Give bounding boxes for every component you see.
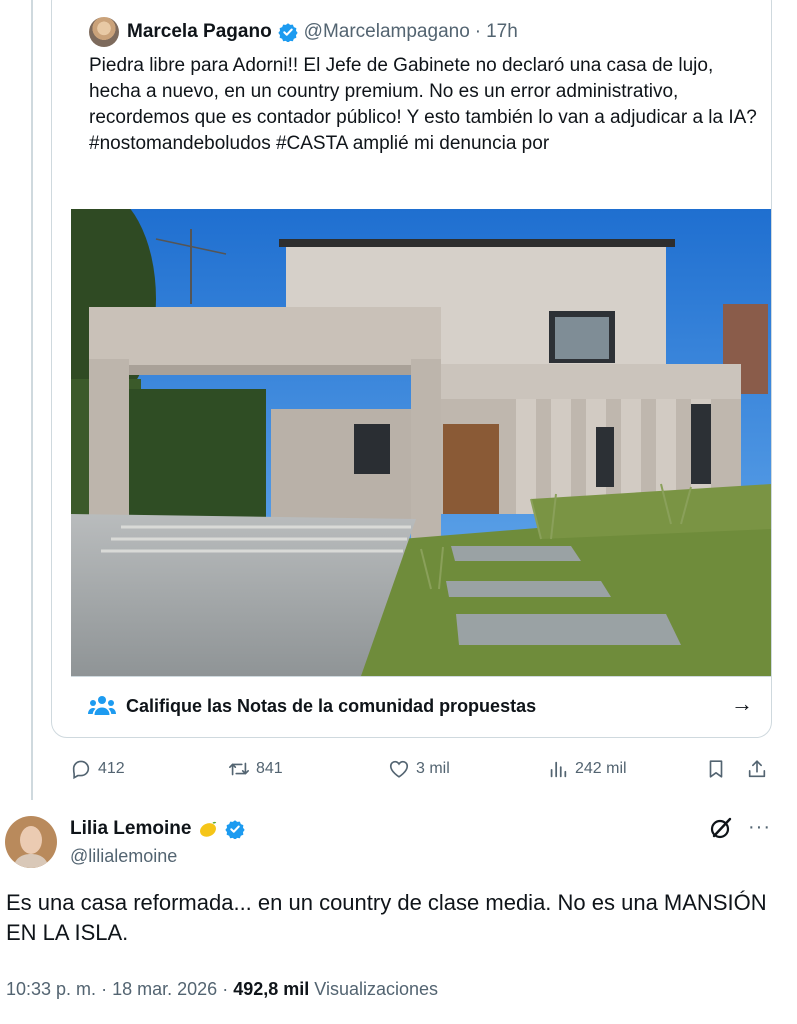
post-meta: 10:33 p. m. · 18 mar. 2026 · 492,8 mil V…: [6, 979, 438, 1000]
views-label: Visualizaciones: [314, 979, 439, 999]
arrow-right-icon: →: [731, 691, 753, 716]
views-total: 492,8 mil: [233, 979, 310, 999]
author-name-row[interactable]: Lilia Lemoine: [70, 818, 251, 840]
house-photo[interactable]: [71, 209, 771, 676]
quoted-author-avatar[interactable]: [89, 17, 119, 47]
post-text: Es una casa reformada... en un country d…: [6, 890, 767, 945]
community-notes-bar[interactable]: Califique las Notas de la comunidad prop…: [71, 676, 771, 737]
community-notes-label: Califique las Notas de la comunidad prop…: [126, 696, 537, 716]
bookmark-button[interactable]: [705, 758, 733, 780]
meta-separator: ·: [222, 979, 229, 999]
views-icon: [550, 761, 567, 778]
author-name[interactable]: Lilia Lemoine: [70, 818, 191, 840]
avatar-portrait: [9, 818, 53, 868]
reply-icon: [72, 760, 90, 780]
grok-icon[interactable]: [708, 815, 734, 841]
reply-button[interactable]: 412: [70, 758, 125, 780]
quoted-author-name[interactable]: Marcela Pagano: [127, 21, 272, 43]
post-time[interactable]: 10:33 p. m.: [6, 979, 96, 999]
reply-count: 412: [98, 760, 125, 777]
verified-badge-icon: [278, 23, 298, 42]
bookmark-icon: [709, 760, 723, 778]
meta-separator: ·: [101, 979, 108, 999]
lemon-emoji-icon: [200, 821, 217, 837]
repost-icon: [229, 762, 249, 776]
like-button[interactable]: 3 mil: [388, 758, 450, 780]
share-button[interactable]: [746, 758, 774, 780]
quoted-author-handle[interactable]: @Marcelampagano: [304, 21, 470, 43]
more-icon[interactable]: ···: [748, 816, 771, 839]
author-avatar[interactable]: [5, 816, 57, 868]
views-button[interactable]: 242 mil: [547, 758, 627, 780]
verified-badge-icon: [225, 820, 246, 839]
like-count: 3 mil: [416, 760, 450, 777]
views-count: 242 mil: [575, 760, 627, 777]
share-icon: [748, 760, 766, 778]
quoted-post-header: Marcela Pagano @Marcelampagano · 17h: [89, 17, 518, 47]
quoted-post-card[interactable]: Marcela Pagano @Marcelampagano · 17h Pie…: [51, 0, 772, 738]
quoted-separator: ·: [474, 21, 482, 42]
author-handle[interactable]: @lilialemoine: [70, 846, 177, 867]
repost-count: 841: [256, 760, 283, 777]
community-notes-icon: [88, 696, 116, 715]
quoted-post-text: Piedra libre para Adorni!! El Jefe de Ga…: [89, 55, 757, 154]
post-date[interactable]: 18 mar. 2026: [112, 979, 217, 999]
repost-button[interactable]: 841: [228, 758, 283, 780]
like-icon: [389, 760, 409, 778]
quoted-post-time[interactable]: 17h: [486, 21, 518, 43]
thread-connector-line: [31, 0, 33, 800]
